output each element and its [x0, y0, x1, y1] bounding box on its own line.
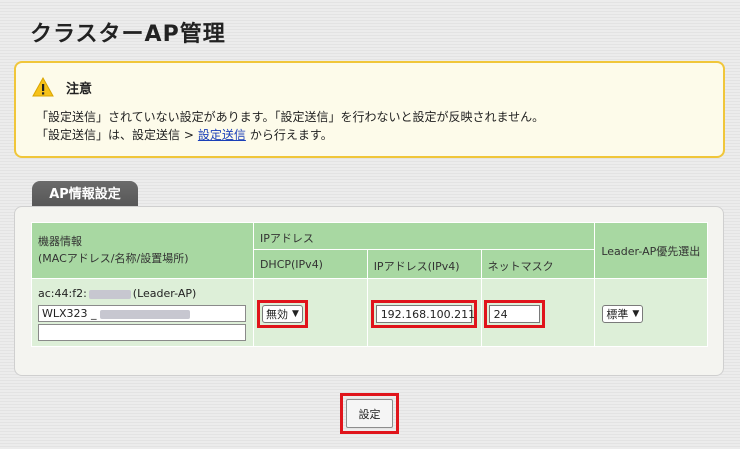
device-info-cell: ac:44:f2: (Leader-AP) WLX323 _: [31, 278, 254, 347]
header-leader-priority: Leader-AP優先選出: [594, 222, 708, 279]
leader-selected-value: 標準: [606, 308, 629, 321]
ap-name-value: WLX323 _: [42, 307, 97, 320]
header-device-title: 機器情報: [38, 235, 82, 248]
page-title: クラスターAP管理: [30, 22, 226, 47]
chevron-down-icon: ▼: [291, 309, 299, 319]
send-settings-link[interactable]: 設定送信: [198, 128, 246, 142]
ap-location-input[interactable]: [38, 324, 246, 341]
header-device-subtitle: (MACアドレス/名称/設置場所): [38, 252, 189, 265]
leader-priority-select[interactable]: 標準 ▼: [602, 305, 644, 323]
ap-name-input[interactable]: WLX323 _: [38, 305, 246, 322]
netmask-cell: 24: [480, 278, 596, 347]
header-ipv4: IPアドレス(IPv4): [366, 249, 482, 279]
mac-prefix: ac:44:f2:: [38, 287, 87, 300]
ipv4-input[interactable]: 192.168.100.211: [375, 305, 475, 323]
mac-address: ac:44:f2: (Leader-AP): [38, 287, 253, 300]
notice-hint: 「設定送信」は、設定送信 > 設定送信 から行えます。: [36, 126, 333, 143]
header-dhcp: DHCP(IPv4): [252, 249, 368, 279]
masked-mac: [88, 289, 131, 299]
section-tab-ap-info: AP情報設定: [32, 181, 138, 207]
submit-button[interactable]: 設定: [346, 399, 393, 428]
notice-box: 注意 「設定送信」されていない設定があります。「設定送信」を行わないと設定が反映…: [14, 61, 725, 158]
header-device-info: 機器情報 (MACアドレス/名称/設置場所): [31, 222, 254, 279]
notice-header: 注意: [32, 77, 92, 97]
submit-highlight: 設定: [340, 393, 399, 434]
dhcp-select[interactable]: 無効 ▼: [261, 305, 303, 323]
ipv4-cell: 192.168.100.211: [366, 278, 482, 347]
dhcp-cell: 無効 ▼: [252, 278, 368, 347]
header-netmask: ネットマスク: [480, 249, 596, 279]
netmask-input[interactable]: 24: [488, 305, 540, 323]
warning-icon: [32, 77, 54, 97]
chevron-down-icon: ▼: [632, 309, 640, 319]
netmask-highlight: 24: [483, 300, 545, 328]
leader-label: (Leader-AP): [132, 287, 197, 300]
ipv4-highlight: 192.168.100.211: [370, 300, 477, 328]
masked-name: [99, 309, 190, 319]
notice-message: 「設定送信」されていない設定があります。「設定送信」を行わないと設定が反映されま…: [36, 110, 545, 124]
dhcp-highlight: 無効 ▼: [256, 300, 308, 328]
header-ip-address: IPアドレス: [252, 222, 596, 250]
leader-cell: 標準 ▼: [594, 278, 708, 347]
ap-settings-table: 機器情報 (MACアドレス/名称/設置場所) IPアドレス Leader-AP優…: [31, 222, 708, 347]
notice-hint-prefix: 「設定送信」は、設定送信 >: [36, 128, 194, 142]
table-row: ac:44:f2: (Leader-AP) WLX323 _ 無効 ▼ 192.16…: [31, 278, 708, 347]
notice-title: 注意: [66, 81, 93, 97]
notice-hint-suffix: から行えます。: [249, 128, 333, 142]
dhcp-selected-value: 無効: [265, 308, 288, 321]
